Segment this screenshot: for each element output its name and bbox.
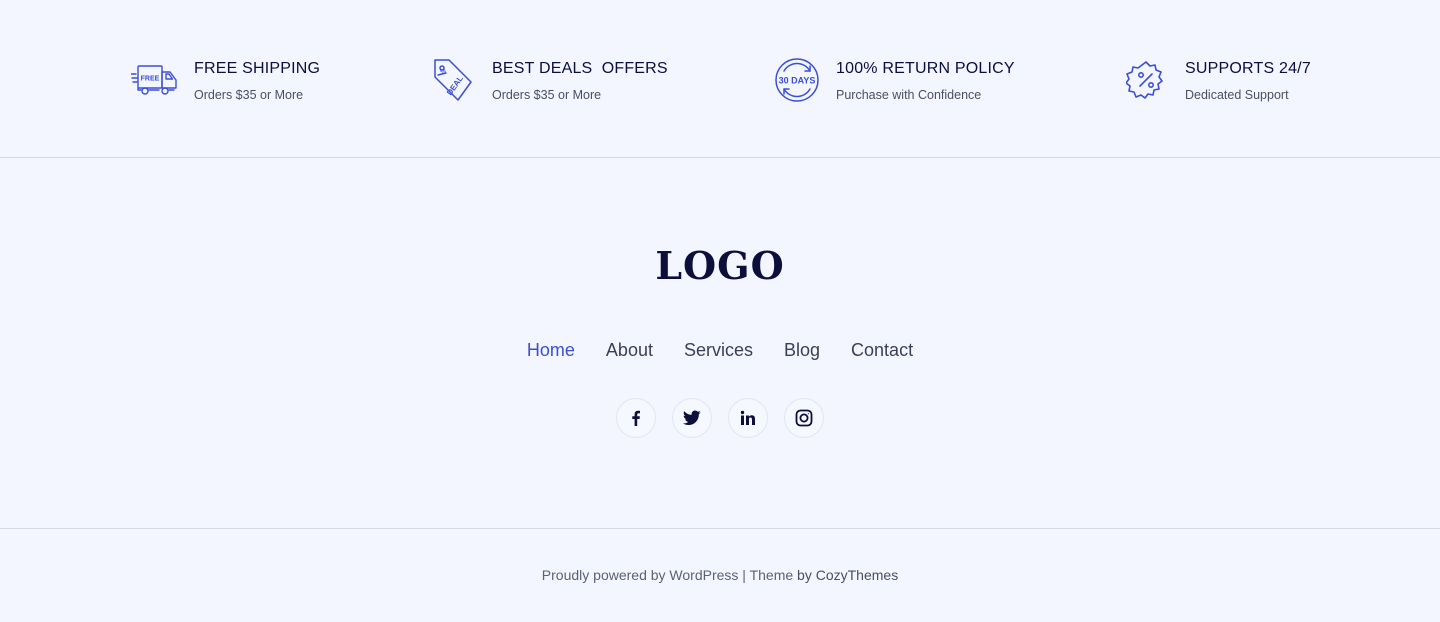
feature-text: FREE SHIPPING Orders $35 or More: [194, 56, 320, 103]
nav-blog[interactable]: Blog: [784, 339, 820, 361]
logo-wordmark: LOGO: [655, 248, 784, 284]
svg-text:%: %: [440, 69, 446, 76]
nav-contact[interactable]: Contact: [851, 339, 913, 361]
svg-text:FREE: FREE: [141, 76, 160, 83]
feature-subtitle: Dedicated Support: [1185, 88, 1289, 102]
theme-prefix: Theme: [749, 567, 798, 583]
feature-subtitle: Purchase with Confidence: [836, 88, 982, 102]
twitter-icon: [683, 410, 701, 425]
footer-separator: |: [738, 567, 750, 583]
footer-credits: Proudly powered by WordPress | Theme by …: [0, 567, 1440, 583]
truck-free-icon: FREE: [130, 56, 180, 104]
feature-title: BEST DEALS OFFERS: [492, 60, 668, 77]
nav-services[interactable]: Services: [684, 339, 753, 361]
feature-best-deals: % DEAL BEST DEALS OFFERS Orders $35 or M…: [428, 56, 668, 104]
nav-home[interactable]: Home: [527, 339, 575, 361]
facebook-button[interactable]: [616, 398, 656, 438]
instagram-icon: [795, 409, 813, 427]
svg-text:LOGO: LOGO: [655, 248, 784, 284]
cozythemes-link[interactable]: by CozyThemes: [797, 567, 898, 583]
nav-about[interactable]: About: [606, 339, 653, 361]
percent-badge-icon: [1121, 56, 1171, 104]
feature-support: SUPPORTS 24/7 Dedicated Support: [1121, 56, 1311, 104]
feature-title: SUPPORTS 24/7: [1185, 60, 1311, 77]
twitter-button[interactable]: [672, 398, 712, 438]
wordpress-link[interactable]: Proudly powered by WordPress: [542, 567, 739, 583]
feature-text: 100% RETURN POLICY Purchase with Confide…: [836, 56, 1015, 103]
feature-free-shipping: FREE FREE SHIPPING Orders $35 or More: [130, 56, 320, 104]
feature-text: BEST DEALS OFFERS Orders $35 or More: [492, 56, 668, 103]
footer-nav: Home About Services Blog Contact: [0, 339, 1440, 361]
thirty-days-icon: 30 DAYS: [772, 56, 822, 104]
footer-main: LOGO Home About Services Blog Contact: [0, 158, 1440, 529]
feature-title: FREE SHIPPING: [194, 60, 321, 77]
facebook-icon: [632, 410, 640, 426]
feature-text: SUPPORTS 24/7 Dedicated Support: [1185, 56, 1311, 103]
linkedin-button[interactable]: [728, 398, 768, 438]
site-footer: Proudly powered by WordPress | Theme by …: [0, 529, 1440, 622]
instagram-button[interactable]: [784, 398, 824, 438]
features-strip: FREE FREE SHIPPING Orders $35 or More % …: [0, 0, 1440, 158]
social-links: [0, 398, 1440, 438]
feature-title: 100% RETURN POLICY: [836, 60, 1015, 77]
site-logo[interactable]: LOGO: [0, 248, 1440, 289]
linkedin-icon: [740, 410, 755, 425]
svg-text:30 DAYS: 30 DAYS: [779, 76, 816, 86]
feature-subtitle: Orders $35 or More: [492, 88, 602, 102]
deal-tag-icon: % DEAL: [428, 56, 478, 104]
feature-return-policy: 30 DAYS 100% RETURN POLICY Purchase with…: [772, 56, 1015, 104]
feature-subtitle: Orders $35 or More: [194, 88, 304, 102]
